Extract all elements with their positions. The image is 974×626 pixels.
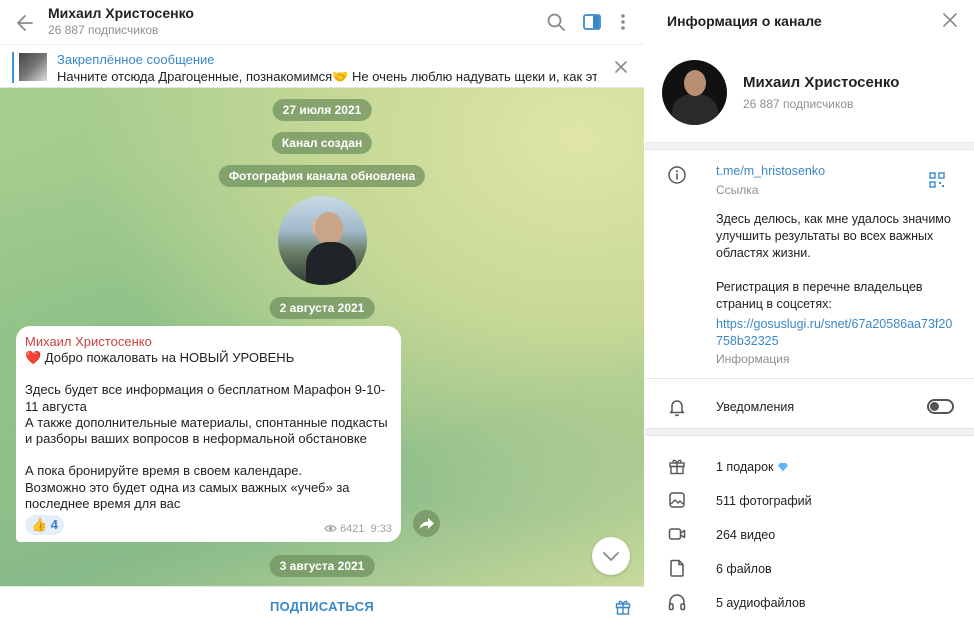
message-meta: 6421 9:33 bbox=[324, 523, 392, 535]
pinned-title: Закреплённое сообщение bbox=[57, 52, 215, 67]
section-divider bbox=[645, 378, 974, 383]
media-videos[interactable]: 264 видео bbox=[716, 528, 775, 542]
channel-info-panel: Информация о канале Михаил Христосенко 2… bbox=[645, 0, 974, 626]
message-area[interactable]: 27 июля 2021 Канал создан Фотография кан… bbox=[0, 88, 644, 586]
views-count: 6421 bbox=[339, 523, 365, 535]
avatar-body bbox=[672, 94, 718, 125]
bell-icon bbox=[669, 400, 685, 417]
subscribe-button[interactable]: ПОДПИСАТЬСЯ bbox=[0, 587, 644, 626]
link-label: Ссылка bbox=[716, 183, 759, 197]
chat-subscriber-count: 26 887 подписчиков bbox=[48, 23, 159, 37]
photo-body bbox=[306, 242, 356, 285]
diamond-icon bbox=[777, 463, 788, 472]
pinned-indicator bbox=[12, 52, 14, 83]
service-message-created: Канал создан bbox=[271, 132, 373, 154]
more-vertical-icon[interactable] bbox=[612, 11, 634, 33]
channel-subscriber-count: 26 887 подписчиков bbox=[743, 97, 854, 111]
file-icon bbox=[670, 559, 684, 577]
channel-photo[interactable] bbox=[278, 196, 367, 285]
media-audio[interactable]: 5 аудиофайлов bbox=[716, 596, 806, 610]
media-gifts[interactable]: 1 подарок bbox=[716, 460, 789, 474]
heart-emoji: ❤️ bbox=[25, 350, 42, 365]
message-body: Добро пожаловать на НОВЫЙ УРОВЕНЬ Здесь … bbox=[25, 350, 388, 511]
toggle-knob bbox=[930, 402, 939, 411]
message-bubble[interactable]: Михаил Христосенко ❤️ Добро пожаловать н… bbox=[16, 326, 401, 542]
message-text: ❤️ Добро пожаловать на НОВЫЙ УРОВЕНЬ Зде… bbox=[25, 350, 395, 512]
chat-footer: ПОДПИСАТЬСЯ bbox=[0, 586, 644, 626]
chat-header: Михаил Христосенко 26 887 подписчиков bbox=[0, 0, 644, 44]
pinned-thumbnail bbox=[19, 53, 47, 81]
avatar-head bbox=[684, 70, 706, 96]
channel-name: Михаил Христосенко bbox=[743, 74, 900, 91]
chat-panel: Михаил Христосенко 26 887 подписчиков За… bbox=[0, 0, 644, 626]
reaction-badge[interactable]: 👍 4 bbox=[25, 515, 65, 535]
scroll-down-button[interactable] bbox=[592, 537, 630, 575]
back-arrow-icon[interactable] bbox=[14, 12, 36, 34]
chevron-down-icon bbox=[603, 552, 619, 561]
gift-icon bbox=[669, 459, 685, 475]
photo-icon bbox=[669, 492, 685, 508]
info-label: Информация bbox=[716, 352, 790, 366]
pinned-text: Начните отсюда Драгоценные, познакомимся… bbox=[57, 69, 597, 84]
gifts-count: 1 подарок bbox=[716, 460, 774, 474]
section-divider bbox=[645, 142, 974, 150]
close-icon[interactable] bbox=[943, 13, 957, 27]
channel-link[interactable]: t.me/m_hristosenko bbox=[716, 164, 825, 178]
chat-title[interactable]: Михаил Христосенко bbox=[48, 5, 194, 21]
channel-avatar[interactable] bbox=[662, 60, 727, 125]
date-pill: 3 августа 2021 bbox=[269, 555, 375, 577]
pinned-message-bar[interactable]: Закреплённое сообщение Начните отсюда Др… bbox=[0, 44, 644, 88]
info-panel-title: Информация о канале bbox=[667, 13, 822, 29]
forward-button[interactable] bbox=[413, 510, 440, 537]
service-message-photo-updated: Фотография канала обновлена bbox=[218, 165, 426, 187]
headphones-icon bbox=[668, 594, 686, 611]
qr-code-icon[interactable] bbox=[929, 172, 945, 188]
views-eye-icon bbox=[324, 525, 337, 532]
section-divider bbox=[645, 428, 974, 436]
video-icon bbox=[668, 528, 686, 540]
notifications-toggle[interactable] bbox=[927, 399, 954, 414]
media-photos[interactable]: 511 фотографий bbox=[716, 494, 812, 508]
message-time: 9:33 bbox=[370, 523, 392, 535]
gosuslugi-link[interactable]: https://gosuslugi.ru/snet/67a20586aa73f2… bbox=[716, 316, 956, 350]
close-pinned-icon[interactable] bbox=[613, 59, 629, 75]
date-pill: 2 августа 2021 bbox=[269, 297, 375, 319]
media-files[interactable]: 6 файлов bbox=[716, 562, 772, 576]
message-author[interactable]: Михаил Христосенко bbox=[25, 334, 152, 349]
gift-icon[interactable] bbox=[614, 598, 632, 616]
info-icon bbox=[668, 166, 686, 184]
notifications-label: Уведомления bbox=[716, 400, 795, 414]
sidebar-toggle-icon[interactable] bbox=[581, 11, 603, 33]
channel-description: Здесь делюсь, как мне удалось значимо ул… bbox=[716, 212, 951, 311]
date-pill: 27 июля 2021 bbox=[272, 99, 372, 121]
photo-head bbox=[315, 212, 343, 246]
search-icon[interactable] bbox=[545, 11, 567, 33]
forward-arrow-icon bbox=[419, 518, 434, 529]
